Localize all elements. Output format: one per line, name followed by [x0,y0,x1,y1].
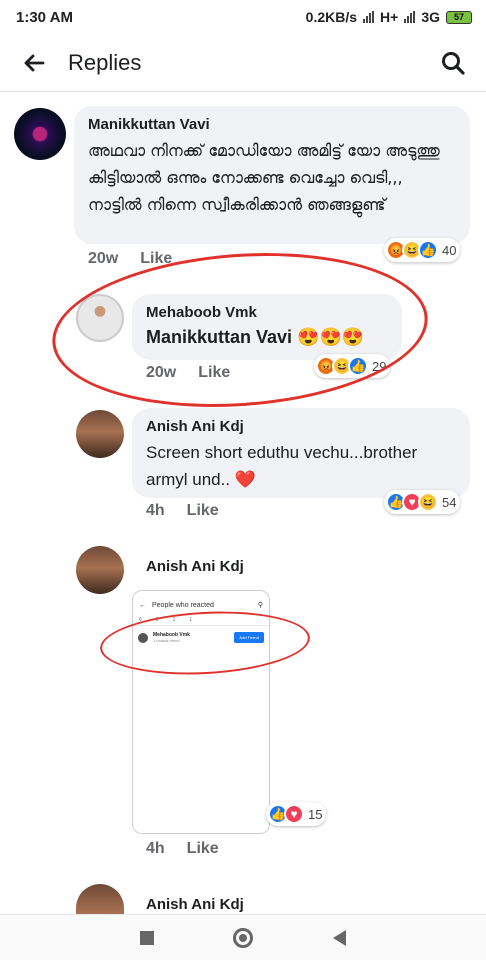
comment-bubble[interactable]: Mehaboob Vmk Manikkuttan Vavi 😍😍😍 [132,294,402,360]
reaction-summary[interactable]: 😡 😆 👍 29 [314,354,391,378]
attached-image[interactable]: ← People who reacted ⚲ 6 3 1 1 Mehaboob … [132,590,270,834]
reaction-summary[interactable]: 😡 😆 👍 40 [384,238,461,262]
signal-icon [363,11,375,23]
comment-bubble[interactable]: Manikkuttan Vavi അഥവാ നിനക്ക് മോഡിയോ അമി… [74,106,470,244]
shot-person-sub: 1 mutual friend [153,638,180,643]
reaction-count: 54 [442,494,457,510]
back-button[interactable] [0,34,68,92]
app-bar: Replies [0,34,486,92]
shot-tab: 1 [189,617,193,623]
status-indicators: 0.2KB/s H+ 3G 57 [306,9,472,25]
avatar[interactable] [76,294,124,342]
love-icon: ♥ [284,804,304,824]
reaction-summary[interactable]: 👍 ♥ 😆 54 [384,490,461,514]
comment-bubble[interactable]: Anish Ani Kdj Screen short eduthu vechu.… [132,408,470,498]
comment-time: 20w [146,364,177,381]
comment-meta: 20w Like [88,250,172,268]
comment-text: Manikkuttan Vavi 😍😍😍 [146,327,365,347]
like-icon: 👍 [418,240,438,260]
comment-time: 4h [146,840,165,857]
like-button[interactable]: Like [198,364,230,382]
back-icon[interactable] [333,929,347,946]
battery-icon: 57 [446,10,472,24]
search-icon [442,52,465,75]
net-type-1: H+ [380,9,399,25]
comment-author[interactable]: Mehaboob Vmk [146,304,388,321]
reaction-count: 15 [308,806,323,822]
reaction-count: 40 [442,242,457,258]
avatar[interactable] [76,546,124,594]
shot-tab: 6 [139,617,142,623]
status-time: 1:30 AM [16,8,73,26]
system-nav-bar [0,914,486,960]
reaction-count: 29 [372,358,387,374]
shot-avatar [138,632,148,643]
signal-icon-2 [404,11,416,23]
like-button[interactable]: Like [187,502,219,520]
comment-time: 4h [146,502,165,519]
status-bar: 1:30 AM 0.2KB/s H+ 3G 57 [0,0,486,34]
haha-icon: 😆 [418,492,438,512]
shot-header: ← People who reacted ⚲ [133,591,269,610]
avatar[interactable] [76,410,124,458]
shot-tab: 3 [155,617,159,623]
like-button[interactable]: Like [140,250,172,268]
search-icon: ⚲ [257,602,263,609]
arrow-left-icon: ← [139,601,146,609]
recents-icon[interactable] [139,930,154,945]
shot-tabs: 6 3 1 1 [133,609,269,626]
comment-text: Screen short eduthu vechu...brother army… [146,443,418,489]
arrow-left-icon [24,54,45,71]
comment-meta: 4h Like [146,840,219,858]
comment-author[interactable]: Manikkuttan Vavi [88,116,456,133]
shot-add-friend: Add Friend [234,632,264,643]
reaction-summary[interactable]: 👍 ♥ 15 [266,802,327,826]
comment-meta: 20w Like [146,364,230,382]
like-button[interactable]: Like [187,840,219,858]
comment-author[interactable]: Anish Ani Kdj [146,418,456,435]
like-icon: 👍 [348,356,368,376]
home-icon[interactable] [233,927,254,948]
comment-meta: 4h Like [146,502,219,520]
comment-author[interactable]: Anish Ani Kdj [146,896,244,913]
page-title: Replies [68,49,142,75]
comment-author[interactable]: Anish Ani Kdj [146,558,244,575]
net-type-2: 3G [421,9,440,25]
shot-person-row: Mehaboob Vmk 1 mutual friend Add Friend [133,626,269,649]
search-button[interactable] [434,44,472,82]
shot-title: People who reacted [152,601,214,609]
comment-text: അഥവാ നിനക്ക് മോഡിയോ അമിട്ട് യോ അടുത്തു ക… [88,141,440,214]
net-speed: 0.2KB/s [305,9,358,25]
comment-time: 20w [88,250,119,267]
avatar[interactable] [14,108,66,160]
shot-tab: 1 [172,617,176,623]
avatar[interactable] [76,884,124,914]
